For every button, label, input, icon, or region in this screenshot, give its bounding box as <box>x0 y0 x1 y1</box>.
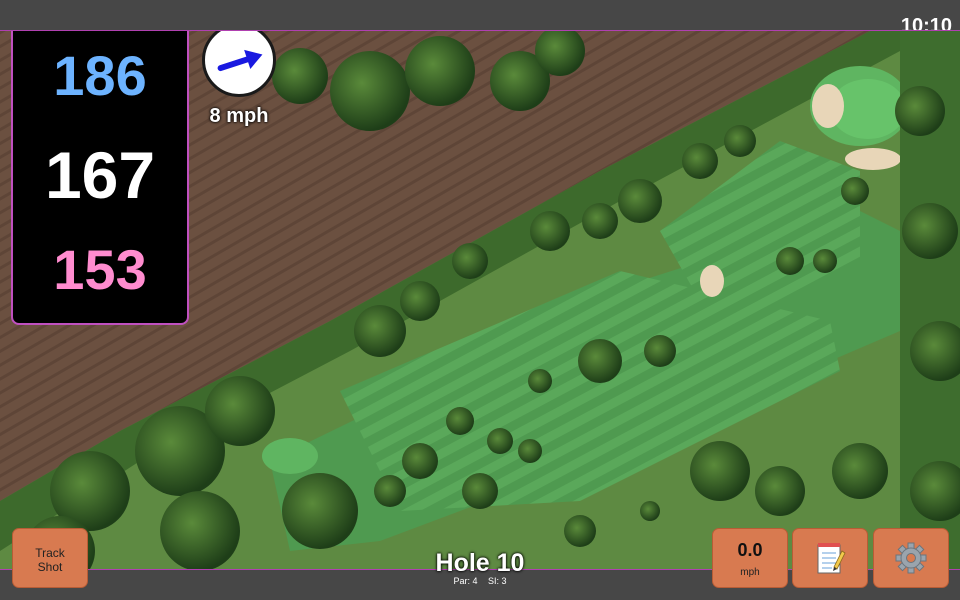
course-map[interactable]: 186 167 153 8 mph <box>0 30 960 570</box>
gear-icon <box>895 542 927 574</box>
golf-gps-screen: 10:10 186 167 153 8 mph Track Shot Hole … <box>0 0 960 600</box>
wind-arrow-icon <box>217 49 263 72</box>
track-shot-label-line2: Shot <box>37 560 63 574</box>
hole-stroke-index: SI: 3 <box>488 576 507 586</box>
track-shot-button[interactable]: Track Shot <box>12 528 88 588</box>
speed-value: 0.0 <box>737 540 763 560</box>
hole-details: Par: 4 SI: 3 <box>380 576 580 586</box>
front-distance: 153 <box>53 238 147 301</box>
notepad-icon <box>817 543 846 574</box>
middle-distance: 167 <box>44 138 156 212</box>
wind-speed: 8 mph <box>209 105 269 127</box>
notes-button[interactable] <box>792 528 868 588</box>
wind-indicator <box>202 31 276 97</box>
hole-par: Par: 4 <box>453 576 478 586</box>
speed-button[interactable]: 0.0 mph <box>712 528 788 588</box>
hole-info: Hole 10 Par: 4 SI: 3 <box>380 549 580 586</box>
hole-title: Hole 10 <box>435 549 525 577</box>
status-bar: 10:10 <box>0 0 960 37</box>
back-distance: 186 <box>53 44 147 107</box>
distance-panel: 186 167 153 <box>11 31 189 325</box>
settings-button[interactable] <box>873 528 949 588</box>
speed-unit: mph <box>740 567 760 578</box>
track-shot-label-line1: Track <box>35 546 65 560</box>
